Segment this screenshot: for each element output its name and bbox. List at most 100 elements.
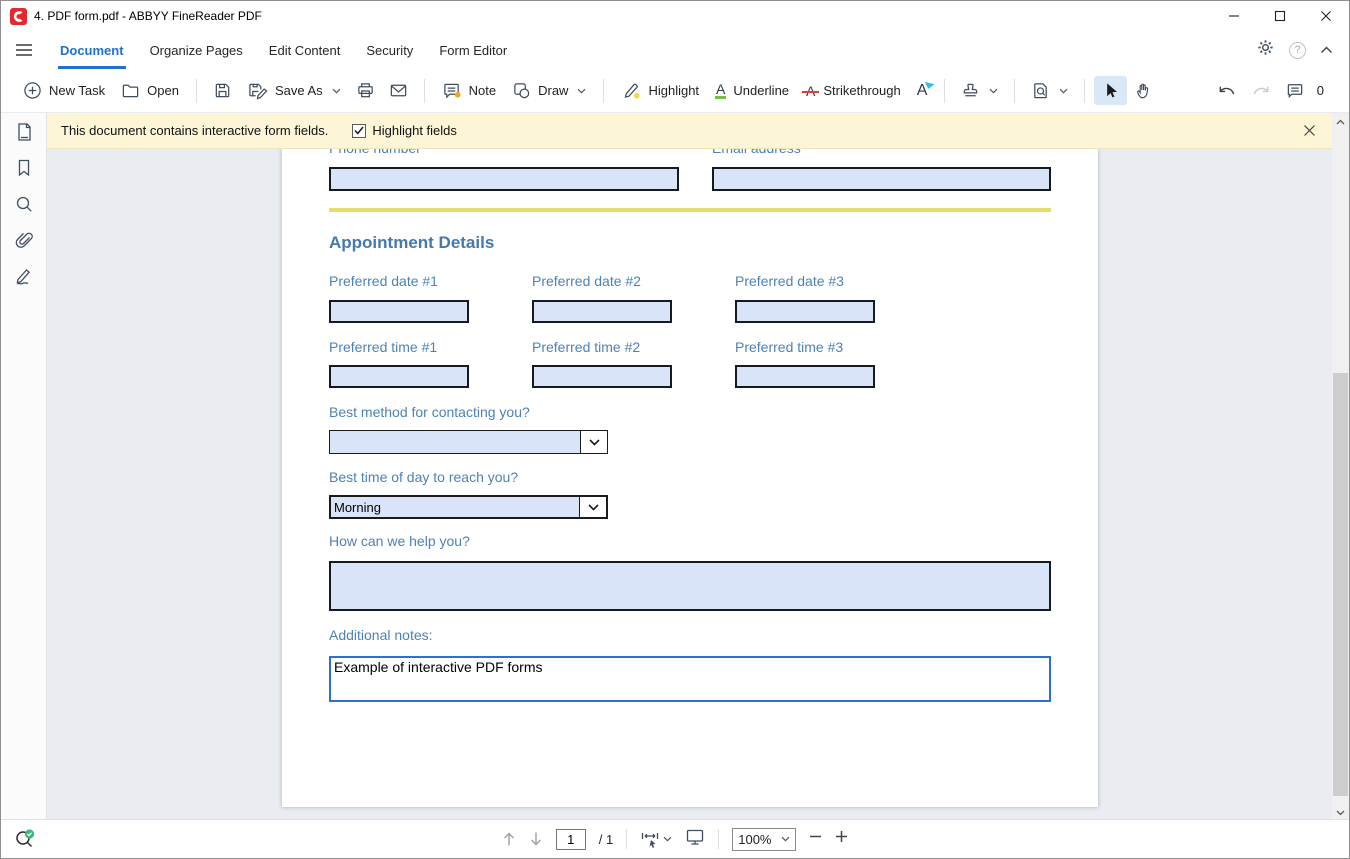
redo-icon (1251, 82, 1271, 100)
minimize-button[interactable] (1211, 1, 1257, 31)
fit-screen-button[interactable] (685, 828, 705, 851)
preferred-date-3-label: Preferred date #3 (735, 273, 844, 289)
undo-button[interactable] (1210, 77, 1244, 105)
help-label: How can we help you? (329, 533, 470, 549)
undo-icon (1217, 82, 1237, 100)
strikethrough-button[interactable]: A Strikethrough (797, 78, 909, 103)
collapse-toolbar-icon[interactable] (1320, 41, 1333, 59)
preferred-date-1-label: Preferred date #1 (329, 273, 438, 289)
strikethrough-icon: A (805, 84, 816, 98)
text-style-button[interactable]: A (909, 78, 936, 104)
chevron-down-icon (989, 88, 998, 94)
additional-notes-field[interactable]: Example of interactive PDF forms (329, 656, 1051, 702)
proofread-verify-icon[interactable] (13, 827, 37, 851)
close-button[interactable] (1303, 1, 1349, 31)
redo-button[interactable] (1244, 77, 1278, 105)
note-label: Note (469, 83, 496, 98)
toolbar-divider (1084, 79, 1085, 103)
scrollbar-thumb[interactable] (1333, 373, 1348, 796)
next-page-icon[interactable] (529, 831, 543, 847)
zoom-level-select[interactable]: 100% (732, 828, 796, 851)
settings-gear-icon[interactable] (1256, 38, 1275, 62)
tab-security[interactable]: Security (353, 31, 426, 69)
pages-panel-icon[interactable] (12, 120, 36, 144)
preferred-date-1-field[interactable] (329, 300, 469, 323)
preferred-date-3-field[interactable] (735, 300, 875, 323)
strikethrough-label: Strikethrough (823, 83, 900, 98)
search-panel-icon[interactable] (12, 192, 36, 216)
best-time-dropdown[interactable]: Morning (329, 495, 608, 519)
contact-method-dropdown[interactable] (329, 430, 608, 454)
hand-tool-button[interactable] (1127, 76, 1160, 105)
vertical-scrollbar[interactable] (1332, 113, 1349, 821)
preferred-time-1-label: Preferred time #1 (329, 339, 437, 355)
font-color-icon: A (916, 83, 929, 99)
phone-number-field[interactable] (329, 167, 679, 191)
notification-close-icon[interactable] (1299, 120, 1320, 141)
preferred-time-1-field[interactable] (329, 365, 469, 388)
pdf-page: Phone number Email address Appointment D… (282, 149, 1098, 807)
open-label: Open (147, 83, 179, 98)
help-icon[interactable]: ? (1289, 42, 1306, 59)
open-button[interactable]: Open (113, 76, 187, 105)
zoom-in-icon[interactable] (835, 830, 848, 848)
tab-edit-content[interactable]: Edit Content (256, 31, 354, 69)
page-number-input[interactable] (556, 829, 586, 850)
signature-panel-icon[interactable] (12, 264, 36, 288)
highlight-button[interactable]: Highlight (613, 76, 707, 105)
comment-count: 0 (1317, 83, 1324, 98)
chevron-down-icon[interactable] (579, 497, 606, 517)
preferred-time-3-field[interactable] (735, 365, 875, 388)
help-field[interactable] (329, 561, 1051, 611)
tab-organize-pages[interactable]: Organize Pages (137, 31, 256, 69)
fit-width-button[interactable] (640, 830, 672, 848)
comments-icon (1285, 81, 1305, 100)
toolbar-divider (944, 79, 945, 103)
form-fields-notification: This document contains interactive form … (47, 113, 1334, 149)
highlight-fields-checkbox[interactable] (352, 124, 366, 138)
window-controls (1211, 1, 1349, 31)
comments-button[interactable]: 0 (1278, 76, 1331, 105)
save-button[interactable] (206, 76, 239, 105)
main-menu-icon[interactable] (1, 31, 47, 69)
page-search-button[interactable] (1024, 76, 1075, 105)
attachments-panel-icon[interactable] (12, 228, 36, 252)
scroll-up-icon[interactable] (1332, 113, 1349, 130)
phone-number-label: Phone number (329, 149, 421, 156)
zoom-level-value: 100% (738, 832, 771, 847)
chevron-down-icon[interactable] (580, 431, 607, 453)
preferred-date-2-field[interactable] (532, 300, 672, 323)
status-bar: / 1 100% (1, 819, 1349, 858)
tab-form-editor[interactable]: Form Editor (426, 31, 520, 69)
preferred-time-2-field[interactable] (532, 365, 672, 388)
menu-bar: Document Organize Pages Edit Content Sec… (1, 31, 1349, 69)
tab-document[interactable]: Document (47, 31, 137, 69)
previous-page-icon[interactable] (502, 831, 516, 847)
toolbar-divider (424, 79, 425, 103)
underline-button[interactable]: A Underline (707, 77, 797, 104)
draw-button[interactable]: Draw (504, 76, 594, 105)
highlight-fields-label[interactable]: Highlight fields (372, 123, 457, 138)
stamp-button[interactable] (954, 76, 1005, 105)
new-task-label: New Task (49, 83, 105, 98)
chevron-down-icon (332, 88, 341, 94)
new-task-button[interactable]: New Task (15, 76, 113, 105)
plus-circle-icon (23, 81, 42, 100)
page-total: / 1 (599, 832, 613, 847)
contact-method-label: Best method for contacting you? (329, 404, 530, 420)
print-button[interactable] (349, 76, 382, 105)
maximize-button[interactable] (1257, 1, 1303, 31)
bookmarks-panel-icon[interactable] (12, 156, 36, 180)
preferred-time-2-label: Preferred time #2 (532, 339, 640, 355)
note-button[interactable]: Note (434, 76, 504, 105)
app-logo-icon (10, 8, 27, 25)
document-viewport[interactable]: Phone number Email address Appointment D… (47, 149, 1334, 821)
zoom-out-icon[interactable] (809, 830, 822, 848)
select-tool-button[interactable] (1094, 76, 1127, 105)
underline-label: Underline (733, 83, 789, 98)
save-as-button[interactable]: Save As (239, 76, 349, 105)
underline-icon: A (715, 82, 726, 99)
note-icon (442, 81, 462, 100)
email-button[interactable] (382, 76, 415, 105)
email-address-field[interactable] (712, 167, 1051, 191)
